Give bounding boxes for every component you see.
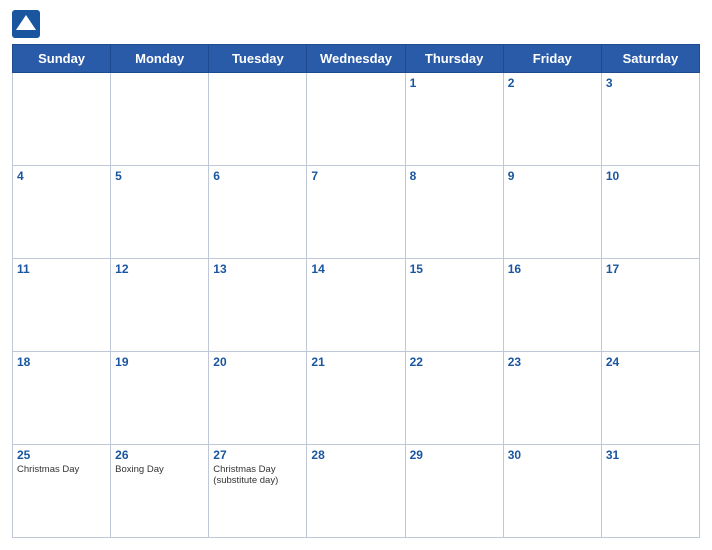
day-number: 19 bbox=[115, 355, 204, 369]
day-number: 23 bbox=[508, 355, 597, 369]
day-number: 21 bbox=[311, 355, 400, 369]
calendar-day-cell: 17 bbox=[601, 259, 699, 352]
day-number: 9 bbox=[508, 169, 597, 183]
calendar-header bbox=[12, 10, 700, 38]
weekday-header: Friday bbox=[503, 45, 601, 73]
logo bbox=[12, 10, 44, 38]
day-number: 14 bbox=[311, 262, 400, 276]
holiday-name: Boxing Day bbox=[115, 464, 204, 475]
calendar-day-cell: 5 bbox=[111, 166, 209, 259]
weekday-header-row: SundayMondayTuesdayWednesdayThursdayFrid… bbox=[13, 45, 700, 73]
calendar-day-cell: 7 bbox=[307, 166, 405, 259]
calendar-day-cell: 13 bbox=[209, 259, 307, 352]
day-number: 8 bbox=[410, 169, 499, 183]
calendar-day-cell: 21 bbox=[307, 352, 405, 445]
calendar-day-cell: 24 bbox=[601, 352, 699, 445]
calendar-week-row: 123 bbox=[13, 73, 700, 166]
calendar-day-cell: 11 bbox=[13, 259, 111, 352]
calendar-day-cell: 3 bbox=[601, 73, 699, 166]
calendar-day-cell: 20 bbox=[209, 352, 307, 445]
day-number: 4 bbox=[17, 169, 106, 183]
calendar-day-cell: 6 bbox=[209, 166, 307, 259]
calendar-week-row: 25 Christmas Day 26 Boxing Day 27 Christmas D… bbox=[13, 445, 700, 538]
day-number: 31 bbox=[606, 448, 695, 462]
day-number: 18 bbox=[17, 355, 106, 369]
holiday-name: Christmas Day bbox=[17, 464, 106, 475]
calendar-day-cell: 29 bbox=[405, 445, 503, 538]
weekday-header: Saturday bbox=[601, 45, 699, 73]
day-number: 10 bbox=[606, 169, 695, 183]
day-number: 5 bbox=[115, 169, 204, 183]
weekday-header: Sunday bbox=[13, 45, 111, 73]
calendar-day-cell: 8 bbox=[405, 166, 503, 259]
calendar-day-cell: 16 bbox=[503, 259, 601, 352]
day-number: 29 bbox=[410, 448, 499, 462]
day-number: 30 bbox=[508, 448, 597, 462]
day-number: 12 bbox=[115, 262, 204, 276]
holiday-name: Christmas Day (substitute day) bbox=[213, 464, 302, 487]
calendar-day-cell: 15 bbox=[405, 259, 503, 352]
day-number: 16 bbox=[508, 262, 597, 276]
calendar-day-cell: 18 bbox=[13, 352, 111, 445]
calendar-day-cell: 1 bbox=[405, 73, 503, 166]
day-number: 26 bbox=[115, 448, 204, 462]
weekday-header: Monday bbox=[111, 45, 209, 73]
day-number: 27 bbox=[213, 448, 302, 462]
calendar-day-cell: 27 Christmas Day (substitute day) bbox=[209, 445, 307, 538]
weekday-header: Tuesday bbox=[209, 45, 307, 73]
calendar-day-cell: 26 Boxing Day bbox=[111, 445, 209, 538]
day-number: 17 bbox=[606, 262, 695, 276]
calendar-day-cell bbox=[111, 73, 209, 166]
calendar-day-cell: 31 bbox=[601, 445, 699, 538]
calendar-week-row: 11 12 13 14 15 16 17 bbox=[13, 259, 700, 352]
calendar-day-cell: 25 Christmas Day bbox=[13, 445, 111, 538]
weekday-header: Thursday bbox=[405, 45, 503, 73]
calendar-day-cell bbox=[307, 73, 405, 166]
day-number: 7 bbox=[311, 169, 400, 183]
calendar-day-cell bbox=[13, 73, 111, 166]
calendar-day-cell: 23 bbox=[503, 352, 601, 445]
day-number: 28 bbox=[311, 448, 400, 462]
day-number: 1 bbox=[410, 76, 499, 90]
day-number: 11 bbox=[17, 262, 106, 276]
day-number: 13 bbox=[213, 262, 302, 276]
day-number: 2 bbox=[508, 76, 597, 90]
calendar-week-row: 456789 10 bbox=[13, 166, 700, 259]
day-number: 15 bbox=[410, 262, 499, 276]
day-number: 24 bbox=[606, 355, 695, 369]
calendar-day-cell: 28 bbox=[307, 445, 405, 538]
calendar-day-cell: 14 bbox=[307, 259, 405, 352]
calendar-day-cell: 2 bbox=[503, 73, 601, 166]
day-number: 6 bbox=[213, 169, 302, 183]
calendar-wrapper: SundayMondayTuesdayWednesdayThursdayFrid… bbox=[0, 0, 712, 550]
calendar-day-cell: 19 bbox=[111, 352, 209, 445]
calendar-day-cell: 30 bbox=[503, 445, 601, 538]
calendar-day-cell: 10 bbox=[601, 166, 699, 259]
calendar-day-cell: 12 bbox=[111, 259, 209, 352]
day-number: 20 bbox=[213, 355, 302, 369]
day-number: 25 bbox=[17, 448, 106, 462]
logo-icon bbox=[12, 10, 40, 38]
weekday-header: Wednesday bbox=[307, 45, 405, 73]
calendar-table: SundayMondayTuesdayWednesdayThursdayFrid… bbox=[12, 44, 700, 538]
calendar-day-cell: 9 bbox=[503, 166, 601, 259]
day-number: 22 bbox=[410, 355, 499, 369]
calendar-day-cell bbox=[209, 73, 307, 166]
calendar-week-row: 18 19 20 21 22 23 24 bbox=[13, 352, 700, 445]
day-number: 3 bbox=[606, 76, 695, 90]
calendar-day-cell: 4 bbox=[13, 166, 111, 259]
calendar-day-cell: 22 bbox=[405, 352, 503, 445]
